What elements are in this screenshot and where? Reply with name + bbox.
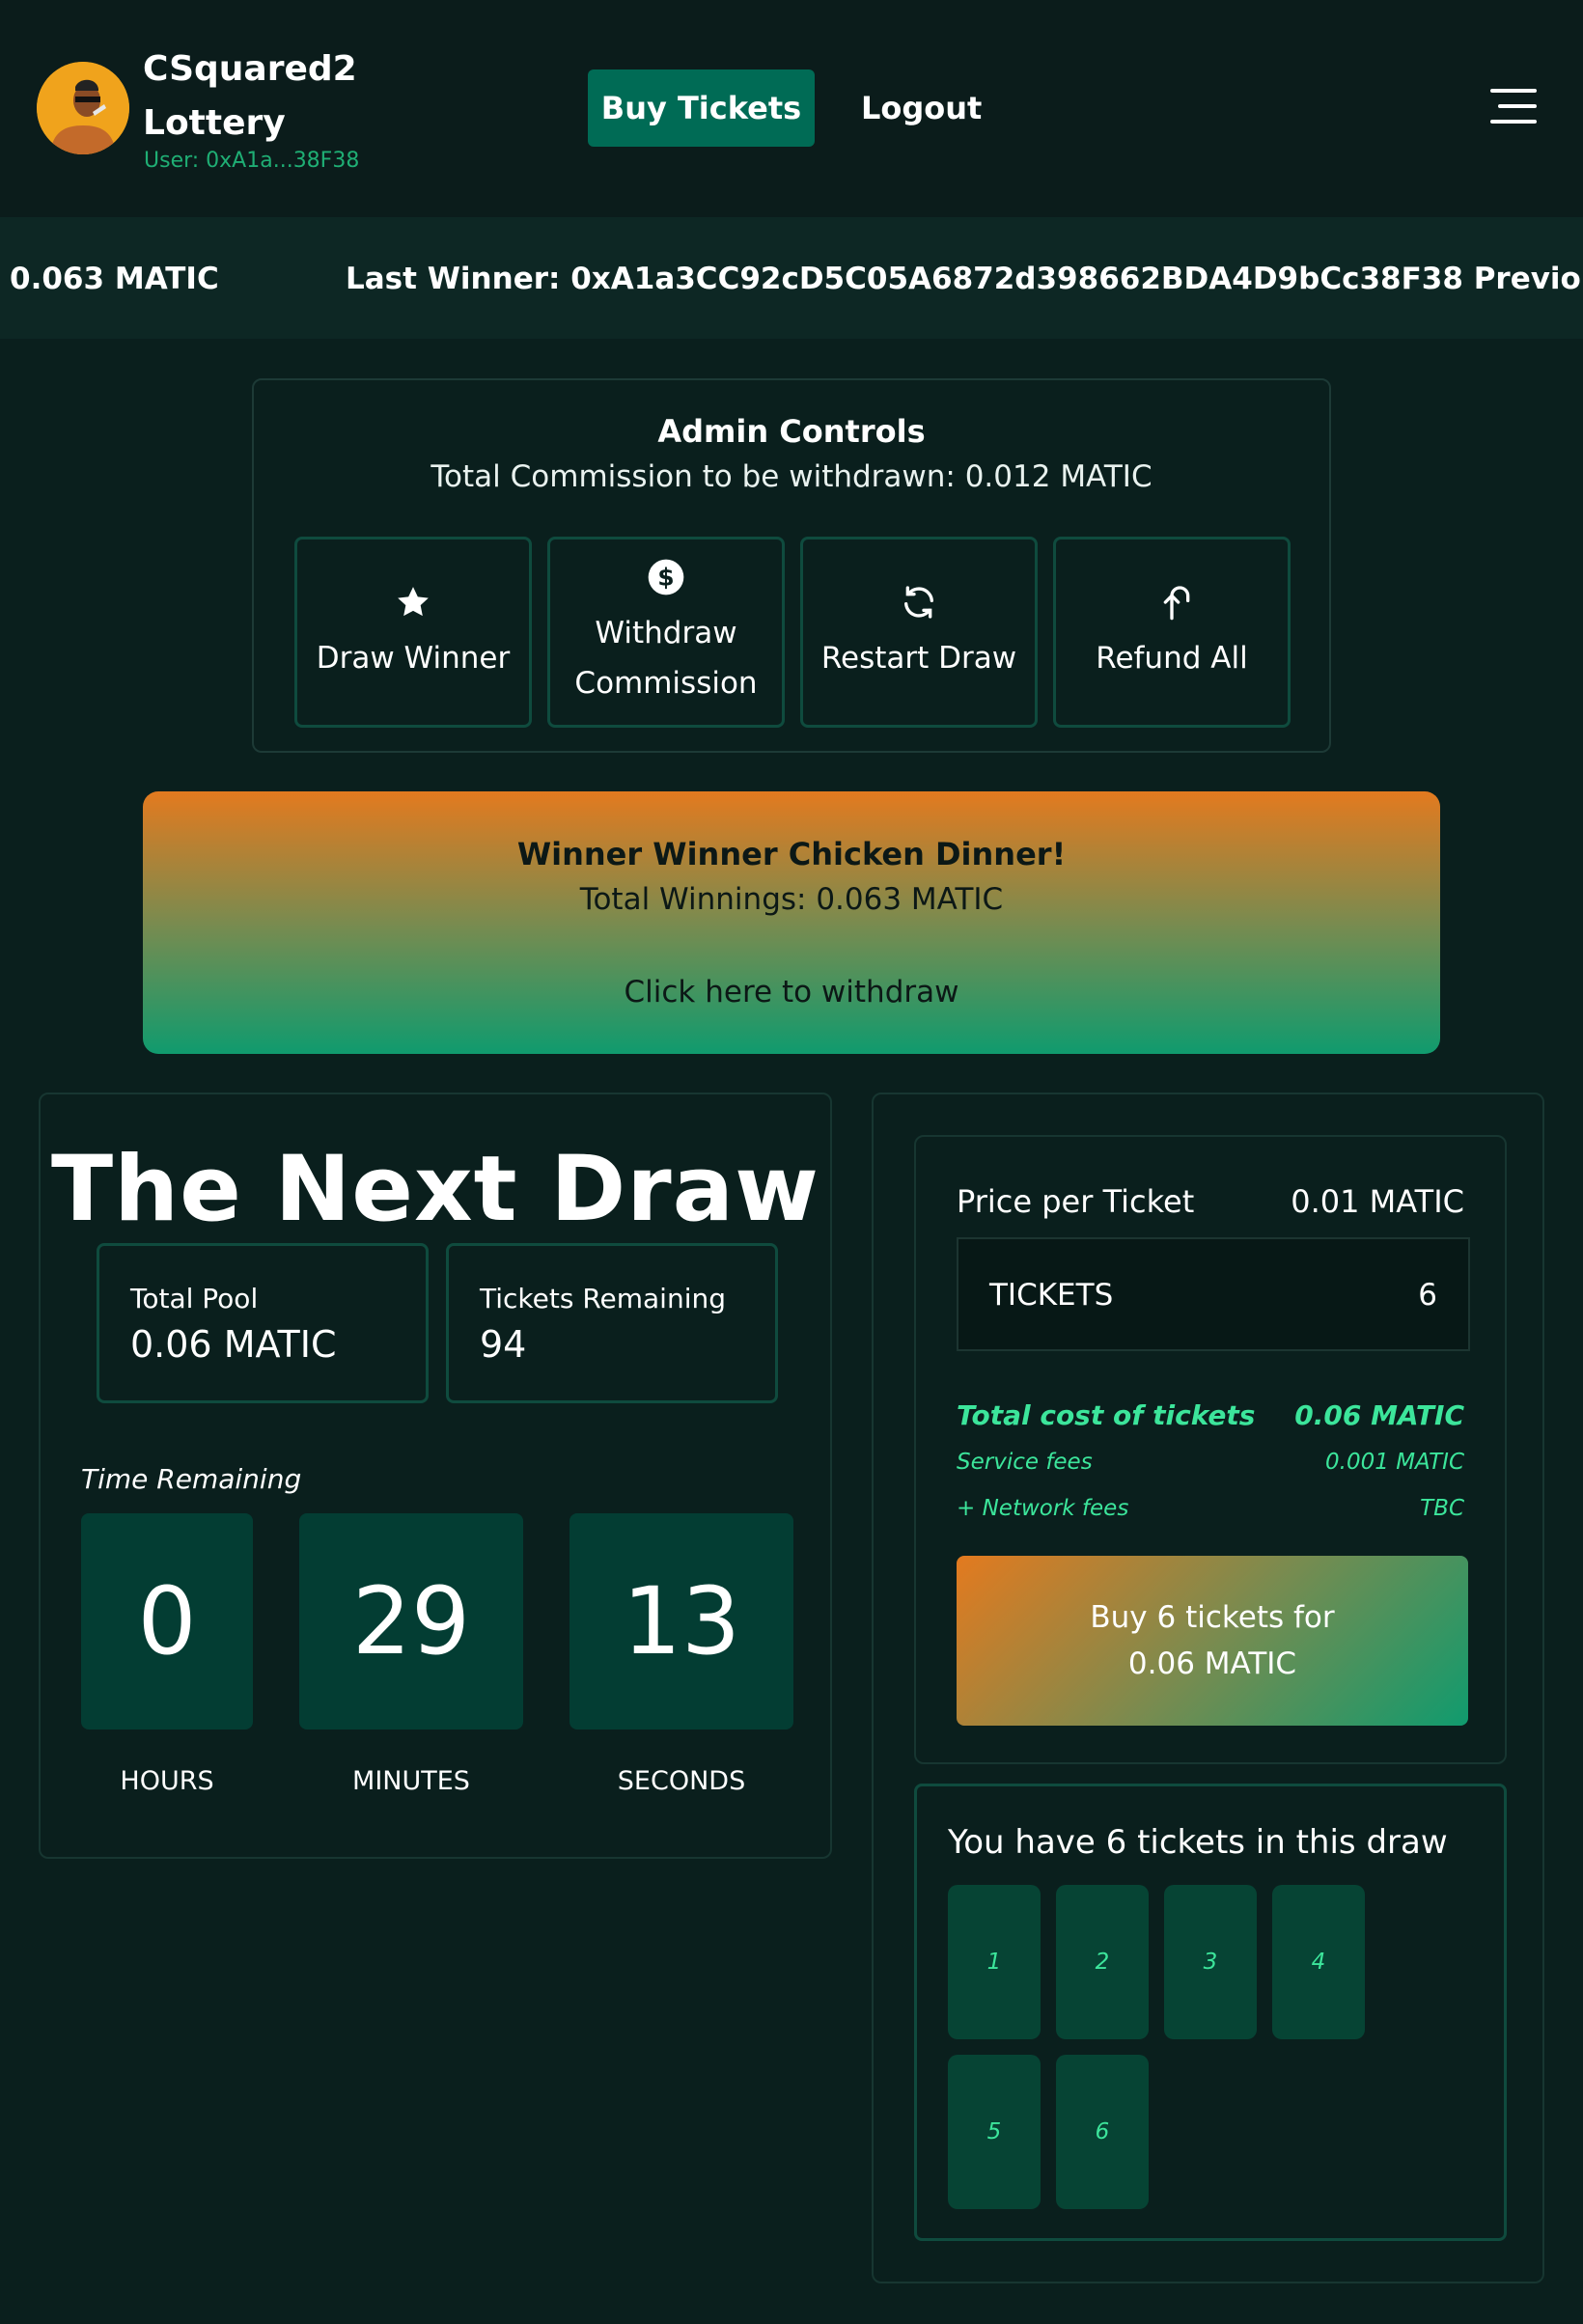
svg-text:$: $ (657, 563, 674, 591)
total-pool-label: Total Pool (130, 1283, 259, 1314)
minutes-box: 29 (299, 1513, 523, 1729)
withdraw-winnings-link[interactable]: Click here to withdraw (143, 975, 1440, 1010)
minutes-value: 29 (351, 1567, 471, 1675)
ticket-purchase-card: Price per Ticket 0.01 MATIC TICKETS 6 To… (914, 1135, 1507, 1764)
restart-draw-label: Restart Draw (820, 641, 1017, 676)
service-fees-value: 0.001 MATIC (1325, 1450, 1464, 1475)
hours-value: 0 (137, 1567, 197, 1675)
total-cost-label: Total cost of tickets (957, 1399, 1256, 1431)
star-icon (398, 587, 429, 617)
logout-button[interactable]: Logout (840, 69, 1003, 147)
admin-commission-text: Total Commission to be withdrawn: 0.012 … (430, 459, 1153, 494)
hours-label: HOURS (120, 1766, 214, 1796)
winner-total: Total Winnings: 0.063 MATIC (579, 882, 1004, 917)
menu-icon-bar (1498, 104, 1537, 108)
my-tickets-title: You have 6 tickets in this draw (948, 1823, 1448, 1862)
menu-icon-bar (1490, 120, 1537, 124)
top-nav: CSquared2 Lottery User: 0xA1a...38F38 Bu… (0, 0, 1583, 217)
tickets-field-value: 6 (1418, 1278, 1437, 1313)
refresh-icon (904, 586, 933, 619)
seconds-label: SECONDS (617, 1766, 746, 1796)
tickets-remaining-card: Tickets Remaining 94 (446, 1243, 778, 1403)
avatar[interactable] (37, 62, 129, 154)
ticket-item[interactable]: 3 (1164, 1885, 1257, 2039)
buy-panel: Price per Ticket 0.01 MATIC TICKETS 6 To… (872, 1093, 1544, 2283)
ticket-item[interactable]: 5 (948, 2055, 1041, 2209)
refund-all-button[interactable]: Refund All (1053, 537, 1291, 728)
my-tickets-card: You have 6 tickets in this draw 1 2 3 4 … (914, 1784, 1507, 2241)
ticker-prize: 0.063 MATIC (10, 262, 219, 296)
avatar-illustration (37, 62, 129, 154)
dollar-icon: $ (648, 559, 684, 595)
user-address: User: 0xA1a...38F38 (144, 149, 360, 173)
total-pool-card: Total Pool 0.06 MATIC (97, 1243, 429, 1403)
menu-icon-bar (1490, 89, 1537, 93)
seconds-value: 13 (622, 1567, 741, 1675)
ticket-item[interactable]: 4 (1272, 1885, 1365, 2039)
menu-icon[interactable] (1486, 89, 1537, 125)
ticket-quantity-input[interactable]: TICKETS 6 (957, 1237, 1470, 1351)
seconds-box: 13 (569, 1513, 793, 1729)
withdraw-commission-button[interactable]: $ Withdraw Commission (547, 537, 785, 728)
restart-draw-button[interactable]: Restart Draw (800, 537, 1038, 728)
withdraw-commission-label-2: Commission (574, 666, 758, 701)
draw-title: The Next Draw (51, 1137, 819, 1242)
buy-tickets-button[interactable]: Buy Tickets (588, 69, 815, 147)
service-fees-label: Service fees (957, 1450, 1093, 1475)
tickets-field-label: TICKETS (989, 1278, 1114, 1313)
network-fees-label: + Network fees (957, 1496, 1129, 1521)
app-title-line1: CSquared2 (143, 49, 357, 89)
network-fees-value: TBC (1420, 1496, 1464, 1521)
refund-icon (1163, 586, 1190, 621)
winner-title: Winner Winner Chicken Dinner! (516, 836, 1067, 872)
ticker-last-winner: Last Winner: 0xA1a3CC92cD5C05A6872d39866… (346, 262, 1583, 296)
admin-controls-panel: Admin Controls Total Commission to be wi… (252, 378, 1331, 753)
ticket-item[interactable]: 2 (1056, 1885, 1149, 2039)
admin-title: Admin Controls (657, 413, 926, 450)
tickets-remaining-value: 94 (480, 1323, 527, 1366)
minutes-label: MINUTES (352, 1766, 470, 1796)
draw-winner-label: Draw Winner (316, 641, 511, 676)
time-remaining-label: Time Remaining (81, 1463, 302, 1495)
app-title-line2: Lottery (143, 103, 286, 143)
ticket-item[interactable]: 1 (948, 1885, 1041, 2039)
next-draw-panel: The Next Draw Total Pool 0.06 MATIC Tick… (39, 1093, 832, 1859)
ticket-item[interactable]: 6 (1056, 2055, 1149, 2209)
hours-box: 0 (81, 1513, 253, 1729)
price-value: 0.01 MATIC (1291, 1183, 1464, 1220)
tickets-remaining-label: Tickets Remaining (480, 1283, 727, 1314)
total-cost-value: 0.06 MATIC (1294, 1399, 1464, 1431)
winner-ticker: 0.063 MATIC Last Winner: 0xA1a3CC92cD5C0… (0, 217, 1583, 339)
price-label: Price per Ticket (957, 1183, 1195, 1220)
withdraw-commission-label-1: Withdraw (595, 616, 737, 650)
refund-all-label: Refund All (1096, 641, 1248, 676)
winner-banner[interactable]: Winner Winner Chicken Dinner! Total Winn… (143, 791, 1440, 1054)
app-title: CSquared2 Lottery (143, 42, 394, 151)
draw-winner-button[interactable]: Draw Winner (294, 537, 532, 728)
buy-tickets-submit-button[interactable]: Buy 6 tickets for 0.06 MATIC (957, 1556, 1468, 1726)
total-pool-value: 0.06 MATIC (130, 1323, 337, 1366)
